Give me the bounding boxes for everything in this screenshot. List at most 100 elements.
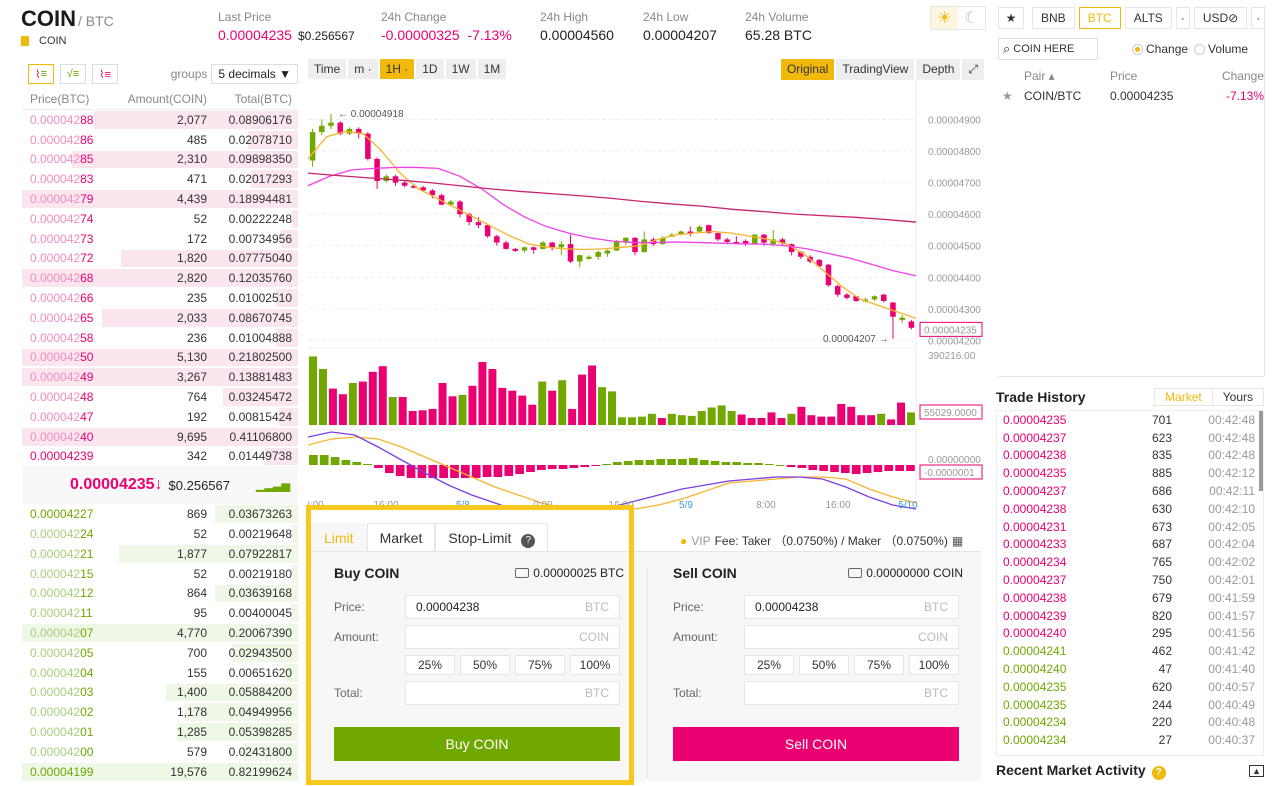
- collapse-icon[interactable]: ▲: [1249, 765, 1264, 777]
- macd-tag: -0.0000001: [924, 468, 975, 479]
- orderbook-asks-icon[interactable]: ⌇≡: [92, 64, 118, 84]
- ask-row[interactable]: 0.00004272 1,820 0.07775040: [22, 249, 298, 269]
- ask-row[interactable]: 0.00004250 5,130 0.21802500: [22, 348, 298, 368]
- scrollbar[interactable]: [1259, 411, 1263, 491]
- sell-pct-50[interactable]: 50%: [799, 655, 849, 675]
- row-amount: 236: [186, 330, 207, 345]
- bid-row[interactable]: 0.00004224 52 0.00219648: [22, 524, 298, 544]
- ask-row[interactable]: 0.00004268 2,820 0.12035760: [22, 268, 298, 288]
- market-tab-bnb[interactable]: BNB: [1032, 7, 1075, 29]
- bid-row[interactable]: 0.00004204 155 0.00651620: [22, 663, 298, 683]
- trade-history-list[interactable]: 0.00004235 701 00:42:48 0.00004237 623 00:42:…: [996, 410, 1264, 756]
- trade-amount: 835: [1151, 448, 1172, 463]
- calculator-icon[interactable]: ▦: [952, 534, 963, 548]
- bid-row[interactable]: 0.00004221 1,877 0.07922817: [22, 544, 298, 564]
- ask-row[interactable]: 0.00004285 2,310 0.09898350: [22, 150, 298, 170]
- bid-row[interactable]: 0.00004212 864 0.03639168: [22, 584, 298, 604]
- theme-toggle[interactable]: ☀ ☾: [930, 6, 986, 30]
- star-icon[interactable]: ★: [998, 89, 1024, 103]
- orderbook-bids-icon[interactable]: √≡: [60, 64, 86, 84]
- chart-canvas[interactable]: 0.00004900 0.00004800 0.00004700 0.00004600…: [308, 80, 984, 510]
- radio-change[interactable]: Change: [1132, 42, 1188, 56]
- coin-info[interactable]: COIN: [21, 35, 67, 47]
- ask-row[interactable]: 0.00004265 2,033 0.08670745: [22, 308, 298, 328]
- interval-time[interactable]: Time: [308, 59, 347, 79]
- ask-row[interactable]: 0.00004283 471 0.02017293: [22, 169, 298, 189]
- ask-row[interactable]: 0.00004248 764 0.03245472: [22, 387, 298, 407]
- sell-pct-25[interactable]: 25%: [744, 655, 794, 675]
- trade-row: 0.00004235 620 00:40:57: [997, 678, 1263, 696]
- bid-row[interactable]: 0.00004227 869 0.03673263: [22, 504, 298, 524]
- ask-row[interactable]: 0.00004274 52 0.00222248: [22, 209, 298, 229]
- sell-pct-75[interactable]: 75%: [854, 655, 904, 675]
- fullscreen-icon[interactable]: ⤢: [962, 58, 984, 80]
- moon-icon[interactable]: ☾: [958, 7, 985, 29]
- sun-icon[interactable]: ☀: [931, 7, 958, 29]
- col-change[interactable]: Change: [1200, 69, 1264, 83]
- alts-dropdown[interactable]: ·: [1175, 7, 1190, 29]
- interval-1w[interactable]: 1W: [445, 59, 476, 79]
- stat-last-price: Last Price 0.00004235 $0.256567: [218, 10, 355, 43]
- price-tick-label: 0.00004800: [928, 147, 981, 158]
- interval-minutes[interactable]: m ·: [348, 59, 378, 79]
- view-original[interactable]: Original: [780, 58, 835, 80]
- bid-row[interactable]: 0.00004203 1,400 0.05884200: [22, 683, 298, 703]
- view-depth[interactable]: Depth: [916, 58, 961, 80]
- view-tradingview[interactable]: TradingView: [836, 58, 915, 80]
- bid-row[interactable]: 0.00004211 95 0.00400045: [22, 603, 298, 623]
- bid-row[interactable]: 0.00004215 52 0.00219180: [22, 564, 298, 584]
- ask-row[interactable]: 0.00004273 172 0.00734956: [22, 229, 298, 249]
- sell-button[interactable]: Sell COIN: [673, 727, 959, 761]
- ask-row[interactable]: 0.00004288 2,077 0.08906176: [22, 110, 298, 130]
- market-tab-btc[interactable]: BTC: [1078, 7, 1121, 29]
- col-pair[interactable]: Pair ▴: [998, 69, 1110, 83]
- ask-row[interactable]: 0.00004266 235 0.01002510: [22, 288, 298, 308]
- row-price: 0.00004286: [30, 132, 94, 147]
- ask-row[interactable]: 0.00004239 342 0.01449738: [22, 447, 298, 467]
- orderbook-both-icon[interactable]: ⌇ ≡: [28, 64, 54, 84]
- col-price[interactable]: Price: [1110, 69, 1200, 83]
- price-tick-label: 0.00004600: [928, 210, 981, 221]
- groups-select[interactable]: groups 5 decimals ▼: [171, 64, 298, 84]
- radio-volume[interactable]: Volume: [1194, 42, 1248, 56]
- ask-row[interactable]: 0.00004279 4,439 0.18994481: [22, 189, 298, 209]
- volume-bar: [478, 362, 487, 425]
- bid-row[interactable]: 0.00004202 1,178 0.04949956: [22, 702, 298, 722]
- ask-row[interactable]: 0.00004258 236 0.01004888: [22, 328, 298, 348]
- candle-body: [908, 321, 915, 328]
- sell-total-input[interactable]: BTC: [744, 681, 959, 705]
- bid-row[interactable]: 0.00004205 700 0.02943500: [22, 643, 298, 663]
- bid-row[interactable]: 0.00004200 579 0.02431800: [22, 742, 298, 762]
- help-icon[interactable]: ?: [1151, 766, 1166, 780]
- fee-text: Fee: Taker （0.0750%) / Maker （0.0750%): [714, 534, 948, 548]
- bid-row[interactable]: 0.00004207 4,770 0.20067390: [22, 623, 298, 643]
- ask-row[interactable]: 0.00004247 192 0.00815424: [22, 407, 298, 427]
- bid-row[interactable]: 0.00004201 1,285 0.05398285: [22, 722, 298, 742]
- tab-market-trades[interactable]: Market: [1155, 389, 1212, 405]
- interval-1d[interactable]: 1D: [416, 59, 444, 79]
- market-row[interactable]: ★ COIN/BTC 0.00004235 -7.13%: [998, 86, 1264, 106]
- row-amount: 700: [186, 645, 207, 660]
- row-amount: 2,033: [176, 310, 207, 325]
- bid-row[interactable]: 0.00004199 19,576 0.82199624: [22, 762, 298, 782]
- sell-pct-100[interactable]: 100%: [909, 655, 959, 675]
- market-tab-alts[interactable]: ALTS: [1124, 7, 1172, 29]
- stat-value: -0.00000325 -7.13%: [381, 27, 512, 43]
- time-tick-label: 5/10: [898, 500, 918, 510]
- tab-your-trades[interactable]: Yours: [1211, 389, 1263, 405]
- volume-bar: [458, 394, 467, 425]
- candle-body: [457, 201, 463, 215]
- sell-price-input[interactable]: 0.00004238 BTC: [744, 595, 959, 619]
- market-search-input[interactable]: ⌕ COIN HERE: [998, 38, 1098, 60]
- candle-body: [632, 237, 638, 253]
- interval-1m[interactable]: 1M: [477, 59, 507, 79]
- favorites-star-icon[interactable]: ★: [998, 7, 1024, 29]
- sell-amount-input[interactable]: COIN: [744, 625, 959, 649]
- ask-row[interactable]: 0.00004240 9,695 0.41106800: [22, 427, 298, 447]
- ask-row[interactable]: 0.00004286 485 0.02078710: [22, 130, 298, 150]
- ask-row[interactable]: 0.00004249 3,267 0.13881483: [22, 367, 298, 387]
- interval-1h[interactable]: 1H ·: [379, 59, 415, 79]
- row-price: 0.00004240: [30, 429, 94, 444]
- market-tab-usd[interactable]: USD⊘: [1193, 7, 1248, 29]
- vip-label[interactable]: VIP: [691, 534, 710, 548]
